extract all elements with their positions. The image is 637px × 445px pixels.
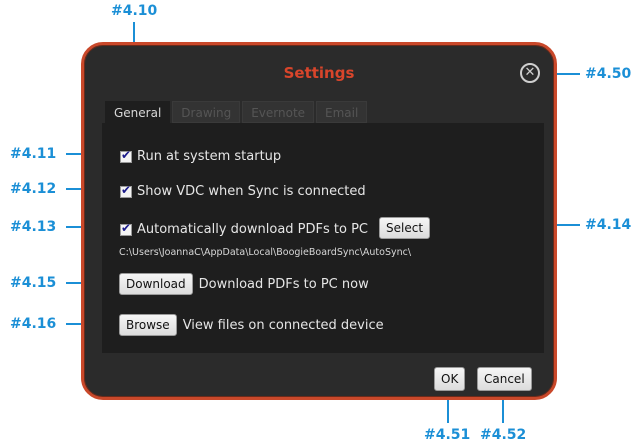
callout-4-50: #4.50 — [585, 66, 632, 82]
tab-evernote[interactable]: Evernote — [242, 101, 315, 123]
callout-line-4-52 — [502, 399, 504, 423]
tab-email[interactable]: Email — [316, 101, 368, 123]
dialog-title: Settings — [283, 64, 355, 82]
tab-drawing[interactable]: Drawing — [172, 101, 241, 123]
callout-4-15: #4.15 — [10, 275, 57, 291]
show-vdc-checkbox[interactable] — [120, 183, 132, 198]
tab-bar: General Drawing Evernote Email — [105, 101, 368, 123]
callout-line-4-50 — [554, 73, 580, 75]
callout-4-52: #4.52 — [480, 427, 527, 443]
auto-download-label: Automatically download PDFs to PC — [137, 222, 369, 237]
callout-4-11: #4.11 — [10, 146, 57, 162]
callout-4-12: #4.12 — [10, 181, 57, 197]
autosync-path: C:\Users\JoannaC\AppData\Local\BoogieBoa… — [119, 247, 412, 258]
callout-4-13: #4.13 — [10, 219, 57, 235]
show-vdc-label: Show VDC when Sync is connected — [137, 184, 366, 199]
auto-download-checkbox[interactable] — [120, 221, 132, 236]
browse-description: View files on connected device — [182, 317, 384, 333]
run-at-startup-label: Run at system startup — [137, 149, 282, 164]
cancel-button[interactable]: Cancel — [477, 367, 532, 391]
callout-line-4-51 — [447, 399, 449, 423]
tab-general[interactable]: General — [105, 101, 171, 123]
run-at-startup-row: Run at system startup — [120, 148, 282, 164]
callout-4-10: #4.10 — [111, 3, 158, 19]
general-panel: Run at system startup Show VDC when Sync… — [102, 123, 544, 353]
browse-row: Browse View files on connected device — [119, 314, 384, 336]
settings-dialog: Settings ✕ General Drawing Evernote Emai… — [81, 42, 557, 400]
browse-button[interactable]: Browse — [119, 314, 177, 336]
run-at-startup-checkbox[interactable] — [120, 148, 132, 163]
callout-4-51: #4.51 — [424, 427, 471, 443]
ok-button[interactable]: OK — [434, 367, 466, 391]
callout-4-14: #4.14 — [585, 217, 632, 233]
callout-4-16: #4.16 — [10, 316, 57, 332]
auto-download-row: Automatically download PDFs to PC — [120, 221, 369, 237]
show-vdc-row: Show VDC when Sync is connected — [120, 183, 366, 199]
download-description: Download PDFs to PC now — [198, 276, 369, 292]
close-icon[interactable]: ✕ — [520, 63, 540, 83]
select-button[interactable]: Select — [379, 217, 431, 239]
download-button[interactable]: Download — [119, 273, 193, 295]
download-row: Download Download PDFs to PC now — [119, 273, 369, 295]
